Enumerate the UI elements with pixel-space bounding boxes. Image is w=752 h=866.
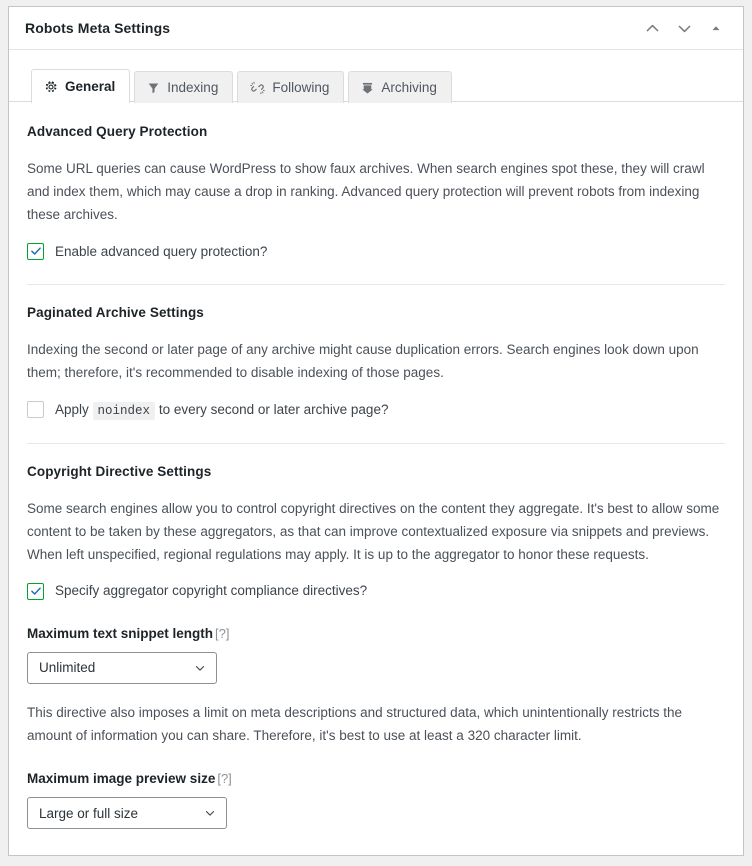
video-preview-help-icon[interactable]: [?] bbox=[229, 853, 243, 856]
section-divider bbox=[27, 284, 725, 285]
tab-indexing-label: Indexing bbox=[167, 80, 218, 95]
tab-bar: General Indexing bbox=[9, 67, 743, 102]
enable-advanced-query-protection-checkbox[interactable] bbox=[27, 243, 44, 260]
video-preview-length-label-text: Maximum video preview length bbox=[27, 853, 227, 856]
enable-advanced-query-protection-row[interactable]: Enable advanced query protection? bbox=[27, 241, 725, 263]
apply-noindex-row[interactable]: Apply noindex to every second or later a… bbox=[27, 399, 725, 421]
noindex-label-after: to every second or later archive page? bbox=[159, 402, 389, 417]
chevron-down-icon bbox=[203, 806, 217, 820]
chevron-up-icon bbox=[644, 20, 661, 37]
section-title: Copyright Directive Settings bbox=[27, 464, 725, 479]
text-snippet-length-label-text: Maximum text snippet length bbox=[27, 626, 213, 641]
section-description: Some URL queries can cause WordPress to … bbox=[27, 157, 725, 227]
apply-noindex-checkbox[interactable] bbox=[27, 401, 44, 418]
section-description: Indexing the second or later page of any… bbox=[27, 338, 725, 384]
section-title: Advanced Query Protection bbox=[27, 124, 725, 139]
tab-general-label: General bbox=[65, 79, 115, 94]
triangle-up-icon bbox=[709, 21, 723, 35]
apply-noindex-label: Apply noindex to every second or later a… bbox=[55, 399, 388, 421]
specify-copyright-directives-checkbox[interactable] bbox=[27, 583, 44, 600]
section-copyright-directive-settings: Copyright Directive Settings Some search… bbox=[27, 464, 725, 856]
tab-general[interactable]: General bbox=[31, 69, 130, 103]
chevron-down-icon bbox=[676, 20, 693, 37]
section-divider bbox=[27, 443, 725, 444]
text-snippet-length-label: Maximum text snippet length[?] bbox=[27, 626, 725, 641]
image-preview-size-label-text: Maximum image preview size bbox=[27, 771, 215, 786]
image-preview-help-icon[interactable]: [?] bbox=[217, 771, 231, 786]
chevron-down-icon bbox=[193, 661, 207, 675]
field-text-snippet-length: Maximum text snippet length[?] Unlimited… bbox=[27, 626, 725, 747]
image-preview-size-value: Large or full size bbox=[39, 806, 138, 821]
move-up-button[interactable] bbox=[637, 13, 667, 43]
section-title: Paginated Archive Settings bbox=[27, 305, 725, 320]
text-snippet-length-select[interactable]: Unlimited bbox=[27, 652, 217, 684]
broken-link-icon bbox=[250, 81, 265, 95]
tab-archiving-label: Archiving bbox=[381, 80, 437, 95]
archive-box-icon bbox=[361, 81, 374, 95]
page-title: Robots Meta Settings bbox=[25, 21, 170, 35]
funnel-icon bbox=[147, 81, 160, 95]
video-preview-length-label: Maximum video preview length[?] bbox=[27, 853, 725, 856]
checkmark-icon bbox=[30, 245, 42, 257]
text-snippet-help-icon[interactable]: [?] bbox=[215, 626, 229, 641]
specify-copyright-directives-row[interactable]: Specify aggregator copyright compliance … bbox=[27, 580, 725, 602]
enable-advanced-query-protection-label: Enable advanced query protection? bbox=[55, 241, 267, 263]
checkmark-icon bbox=[30, 585, 42, 597]
section-advanced-query-protection: Advanced Query Protection Some URL queri… bbox=[27, 124, 725, 262]
gear-icon bbox=[44, 80, 58, 94]
text-snippet-length-value: Unlimited bbox=[39, 660, 95, 675]
field-image-preview-size: Maximum image preview size[?] Large or f… bbox=[27, 771, 725, 829]
header-actions bbox=[637, 13, 731, 43]
settings-content: Advanced Query Protection Some URL queri… bbox=[9, 102, 743, 856]
text-snippet-length-note: This directive also imposes a limit on m… bbox=[27, 701, 725, 747]
section-paginated-archive-settings: Paginated Archive Settings Indexing the … bbox=[27, 305, 725, 420]
tab-indexing[interactable]: Indexing bbox=[134, 71, 233, 103]
tab-following-label: Following bbox=[272, 80, 329, 95]
tab-archiving[interactable]: Archiving bbox=[348, 71, 452, 103]
specify-copyright-directives-label: Specify aggregator copyright compliance … bbox=[55, 580, 367, 602]
move-down-button[interactable] bbox=[669, 13, 699, 43]
panel-header: Robots Meta Settings bbox=[9, 7, 743, 50]
robots-meta-settings-panel: Robots Meta Settings bbox=[8, 6, 744, 856]
section-description: Some search engines allow you to control… bbox=[27, 497, 725, 567]
collapse-button[interactable] bbox=[701, 13, 731, 43]
noindex-label-before: Apply bbox=[55, 402, 89, 417]
image-preview-size-label: Maximum image preview size[?] bbox=[27, 771, 725, 786]
tab-following[interactable]: Following bbox=[237, 71, 344, 103]
image-preview-size-select[interactable]: Large or full size bbox=[27, 797, 227, 829]
noindex-code: noindex bbox=[93, 402, 156, 420]
field-video-preview-length: Maximum video preview length[?] Full vid… bbox=[27, 853, 725, 856]
